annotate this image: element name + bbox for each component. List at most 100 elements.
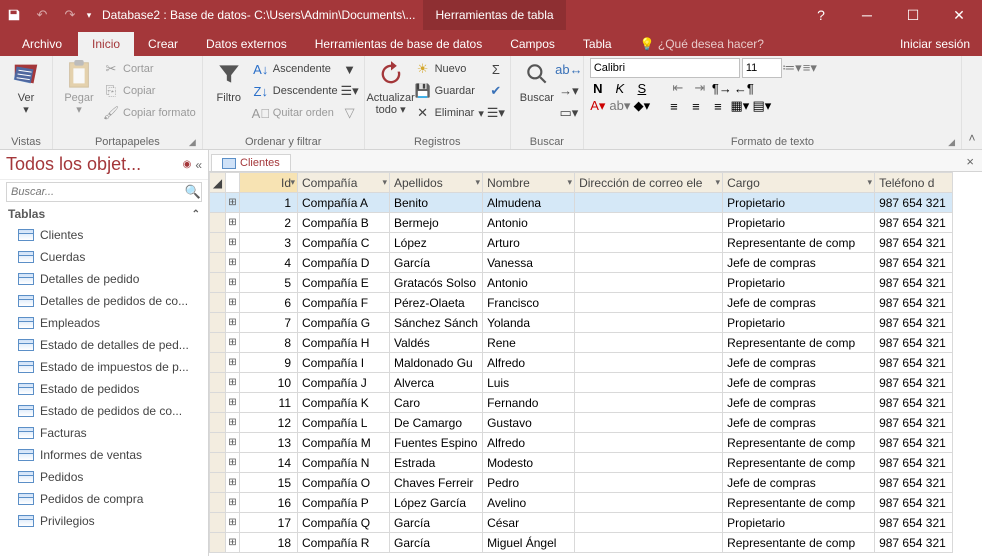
cut-button[interactable]: ✂Cortar — [103, 58, 196, 80]
nav-item[interactable]: Pedidos de compra — [0, 488, 208, 510]
tab-database-tools[interactable]: Herramientas de base de datos — [301, 32, 496, 56]
delete-record-button[interactable]: ✕Eliminar ▾ — [415, 102, 484, 124]
nav-item[interactable]: Informes de ventas — [0, 444, 208, 466]
bold-button[interactable]: N — [590, 80, 606, 96]
cell-email[interactable] — [575, 193, 723, 213]
totals-button[interactable]: Σ — [488, 58, 504, 80]
nav-search-input[interactable] — [7, 184, 185, 200]
cell-apellidos[interactable]: Alverca — [390, 373, 483, 393]
column-header-telefono[interactable]: Teléfono d — [875, 173, 953, 193]
cell-telefono[interactable]: 987 654 321 — [875, 293, 953, 313]
expand-row-button[interactable]: ⊞ — [226, 193, 240, 213]
cell-id[interactable]: 13 — [240, 433, 298, 453]
cell-apellidos[interactable]: García — [390, 533, 483, 553]
minimize-button[interactable]: ─ — [844, 0, 890, 30]
column-header-email[interactable]: Dirección de correo ele▾ — [575, 173, 723, 193]
close-tab-button[interactable]: × — [958, 152, 982, 171]
cell-compania[interactable]: Compañía H — [298, 333, 390, 353]
cell-cargo[interactable]: Jefe de compras — [723, 473, 875, 493]
expand-row-button[interactable]: ⊞ — [226, 493, 240, 513]
row-selector[interactable] — [210, 433, 226, 453]
cell-nombre[interactable]: Vanessa — [483, 253, 575, 273]
row-selector[interactable] — [210, 213, 226, 233]
cell-id[interactable]: 9 — [240, 353, 298, 373]
row-selector[interactable] — [210, 293, 226, 313]
cell-id[interactable]: 4 — [240, 253, 298, 273]
font-color-button[interactable]: A▾ — [590, 98, 606, 114]
cell-email[interactable] — [575, 393, 723, 413]
sort-asc-button[interactable]: A↓Ascendente — [253, 58, 338, 80]
chevron-down-icon[interactable]: ▾ — [382, 177, 387, 188]
row-selector[interactable] — [210, 233, 226, 253]
cell-id[interactable]: 15 — [240, 473, 298, 493]
increase-indent-button[interactable]: ⇥ — [692, 80, 708, 96]
cell-cargo[interactable]: Representante de comp — [723, 333, 875, 353]
cell-apellidos[interactable]: De Camargo — [390, 413, 483, 433]
cell-nombre[interactable]: Pedro — [483, 473, 575, 493]
cell-apellidos[interactable]: Caro — [390, 393, 483, 413]
expand-row-button[interactable]: ⊞ — [226, 273, 240, 293]
table-row[interactable]: ⊞15Compañía OChaves FerreirPedroJefe de … — [210, 473, 953, 493]
cell-compania[interactable]: Compañía A — [298, 193, 390, 213]
cell-telefono[interactable]: 987 654 321 — [875, 273, 953, 293]
cell-id[interactable]: 11 — [240, 393, 298, 413]
cell-telefono[interactable]: 987 654 321 — [875, 253, 953, 273]
cell-apellidos[interactable]: García — [390, 253, 483, 273]
align-center-button[interactable]: ≡ — [688, 98, 704, 114]
rtl-button[interactable]: ←¶ — [736, 80, 752, 96]
numbering-button[interactable]: ≡▾ — [802, 60, 818, 76]
cell-nombre[interactable]: Modesto — [483, 453, 575, 473]
copy-button[interactable]: ⎘Copiar — [103, 80, 196, 102]
cell-id[interactable]: 3 — [240, 233, 298, 253]
alt-row-button[interactable]: ▤▾ — [754, 98, 770, 114]
cell-email[interactable] — [575, 493, 723, 513]
chevron-down-icon[interactable]: ▾ — [868, 177, 873, 188]
align-right-button[interactable]: ≡ — [710, 98, 726, 114]
advanced-filter-button[interactable]: ☰▾ — [342, 80, 358, 102]
cell-apellidos[interactable]: Estrada — [390, 453, 483, 473]
cell-cargo[interactable]: Representante de comp — [723, 453, 875, 473]
cell-apellidos[interactable]: García — [390, 513, 483, 533]
cell-nombre[interactable]: César — [483, 513, 575, 533]
cell-cargo[interactable]: Representante de comp — [723, 533, 875, 553]
nav-title[interactable]: Todos los objet... — [6, 154, 179, 175]
cell-telefono[interactable]: 987 654 321 — [875, 413, 953, 433]
document-tab-clientes[interactable]: Clientes — [211, 154, 291, 171]
filter-button[interactable]: Filtro — [209, 58, 249, 104]
replace-button[interactable]: ab↔ — [561, 58, 577, 80]
expand-row-button[interactable]: ⊞ — [226, 433, 240, 453]
cell-compania[interactable]: Compañía C — [298, 233, 390, 253]
toggle-filter-button[interactable]: ▽ — [342, 102, 358, 124]
undo-qa-button[interactable]: ↶ — [28, 0, 56, 30]
cell-email[interactable] — [575, 353, 723, 373]
cell-id[interactable]: 10 — [240, 373, 298, 393]
nav-item[interactable]: Facturas — [0, 422, 208, 444]
table-row[interactable]: ⊞10Compañía JAlvercaLuisJefe de compras9… — [210, 373, 953, 393]
nav-item[interactable]: Privilegios — [0, 510, 208, 532]
cell-telefono[interactable]: 987 654 321 — [875, 213, 953, 233]
nav-item[interactable]: Estado de detalles de ped... — [0, 334, 208, 356]
cell-compania[interactable]: Compañía J — [298, 373, 390, 393]
underline-button[interactable]: S — [634, 80, 650, 96]
column-header-cargo[interactable]: Cargo▾ — [723, 173, 875, 193]
row-selector[interactable] — [210, 273, 226, 293]
cell-telefono[interactable]: 987 654 321 — [875, 333, 953, 353]
table-row[interactable]: ⊞3Compañía CLópezArturoRepresentante de … — [210, 233, 953, 253]
expand-row-button[interactable]: ⊞ — [226, 353, 240, 373]
cell-id[interactable]: 14 — [240, 453, 298, 473]
cell-email[interactable] — [575, 293, 723, 313]
cell-cargo[interactable]: Propietario — [723, 313, 875, 333]
cell-compania[interactable]: Compañía M — [298, 433, 390, 453]
cell-email[interactable] — [575, 533, 723, 553]
cell-apellidos[interactable]: López — [390, 233, 483, 253]
cell-compania[interactable]: Compañía F — [298, 293, 390, 313]
cell-id[interactable]: 17 — [240, 513, 298, 533]
cell-telefono[interactable]: 987 654 321 — [875, 193, 953, 213]
cell-compania[interactable]: Compañía I — [298, 353, 390, 373]
maximize-button[interactable]: ☐ — [890, 0, 936, 30]
row-selector[interactable] — [210, 533, 226, 553]
cell-cargo[interactable]: Jefe de compras — [723, 253, 875, 273]
nav-item[interactable]: Estado de impuestos de p... — [0, 356, 208, 378]
format-painter-button[interactable]: 🖌Copiar formato — [103, 102, 196, 124]
decrease-indent-button[interactable]: ⇤ — [670, 80, 686, 96]
